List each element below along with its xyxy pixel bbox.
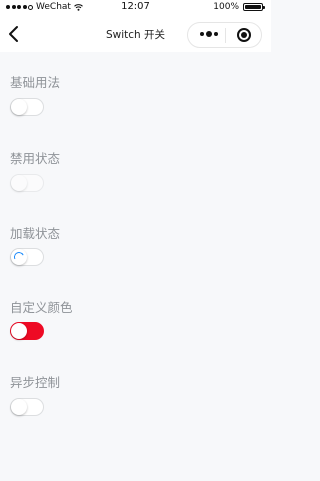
section-title-loading: 加载状态 bbox=[10, 226, 61, 241]
section-title-disabled: 禁用状态 bbox=[10, 151, 61, 166]
switch-async[interactable] bbox=[10, 398, 44, 416]
section-title-basic: 基础用法 bbox=[10, 75, 61, 90]
battery-percent: 100% bbox=[213, 2, 239, 12]
switch-basic[interactable] bbox=[10, 98, 44, 116]
switch-knob bbox=[11, 99, 27, 115]
capsule-divider bbox=[225, 28, 226, 43]
status-bar: WeChat 12:07 100% bbox=[0, 0, 271, 16]
navigation-bar: Switch 开关 bbox=[0, 16, 271, 52]
switch-knob bbox=[11, 323, 27, 339]
battery-icon bbox=[243, 3, 265, 11]
switch-disabled bbox=[10, 174, 44, 192]
switch-knob bbox=[11, 175, 27, 191]
switch-loading[interactable] bbox=[10, 248, 44, 266]
more-dots-icon[interactable] bbox=[200, 31, 218, 37]
close-target-icon[interactable] bbox=[237, 28, 251, 42]
mini-program-capsule bbox=[187, 22, 262, 48]
switch-custom-color[interactable] bbox=[10, 322, 44, 340]
battery-area: 100% bbox=[213, 2, 265, 12]
switch-knob bbox=[11, 399, 27, 415]
section-title-custom-color: 自定义颜色 bbox=[10, 300, 73, 315]
section-title-async: 异步控制 bbox=[10, 375, 61, 390]
